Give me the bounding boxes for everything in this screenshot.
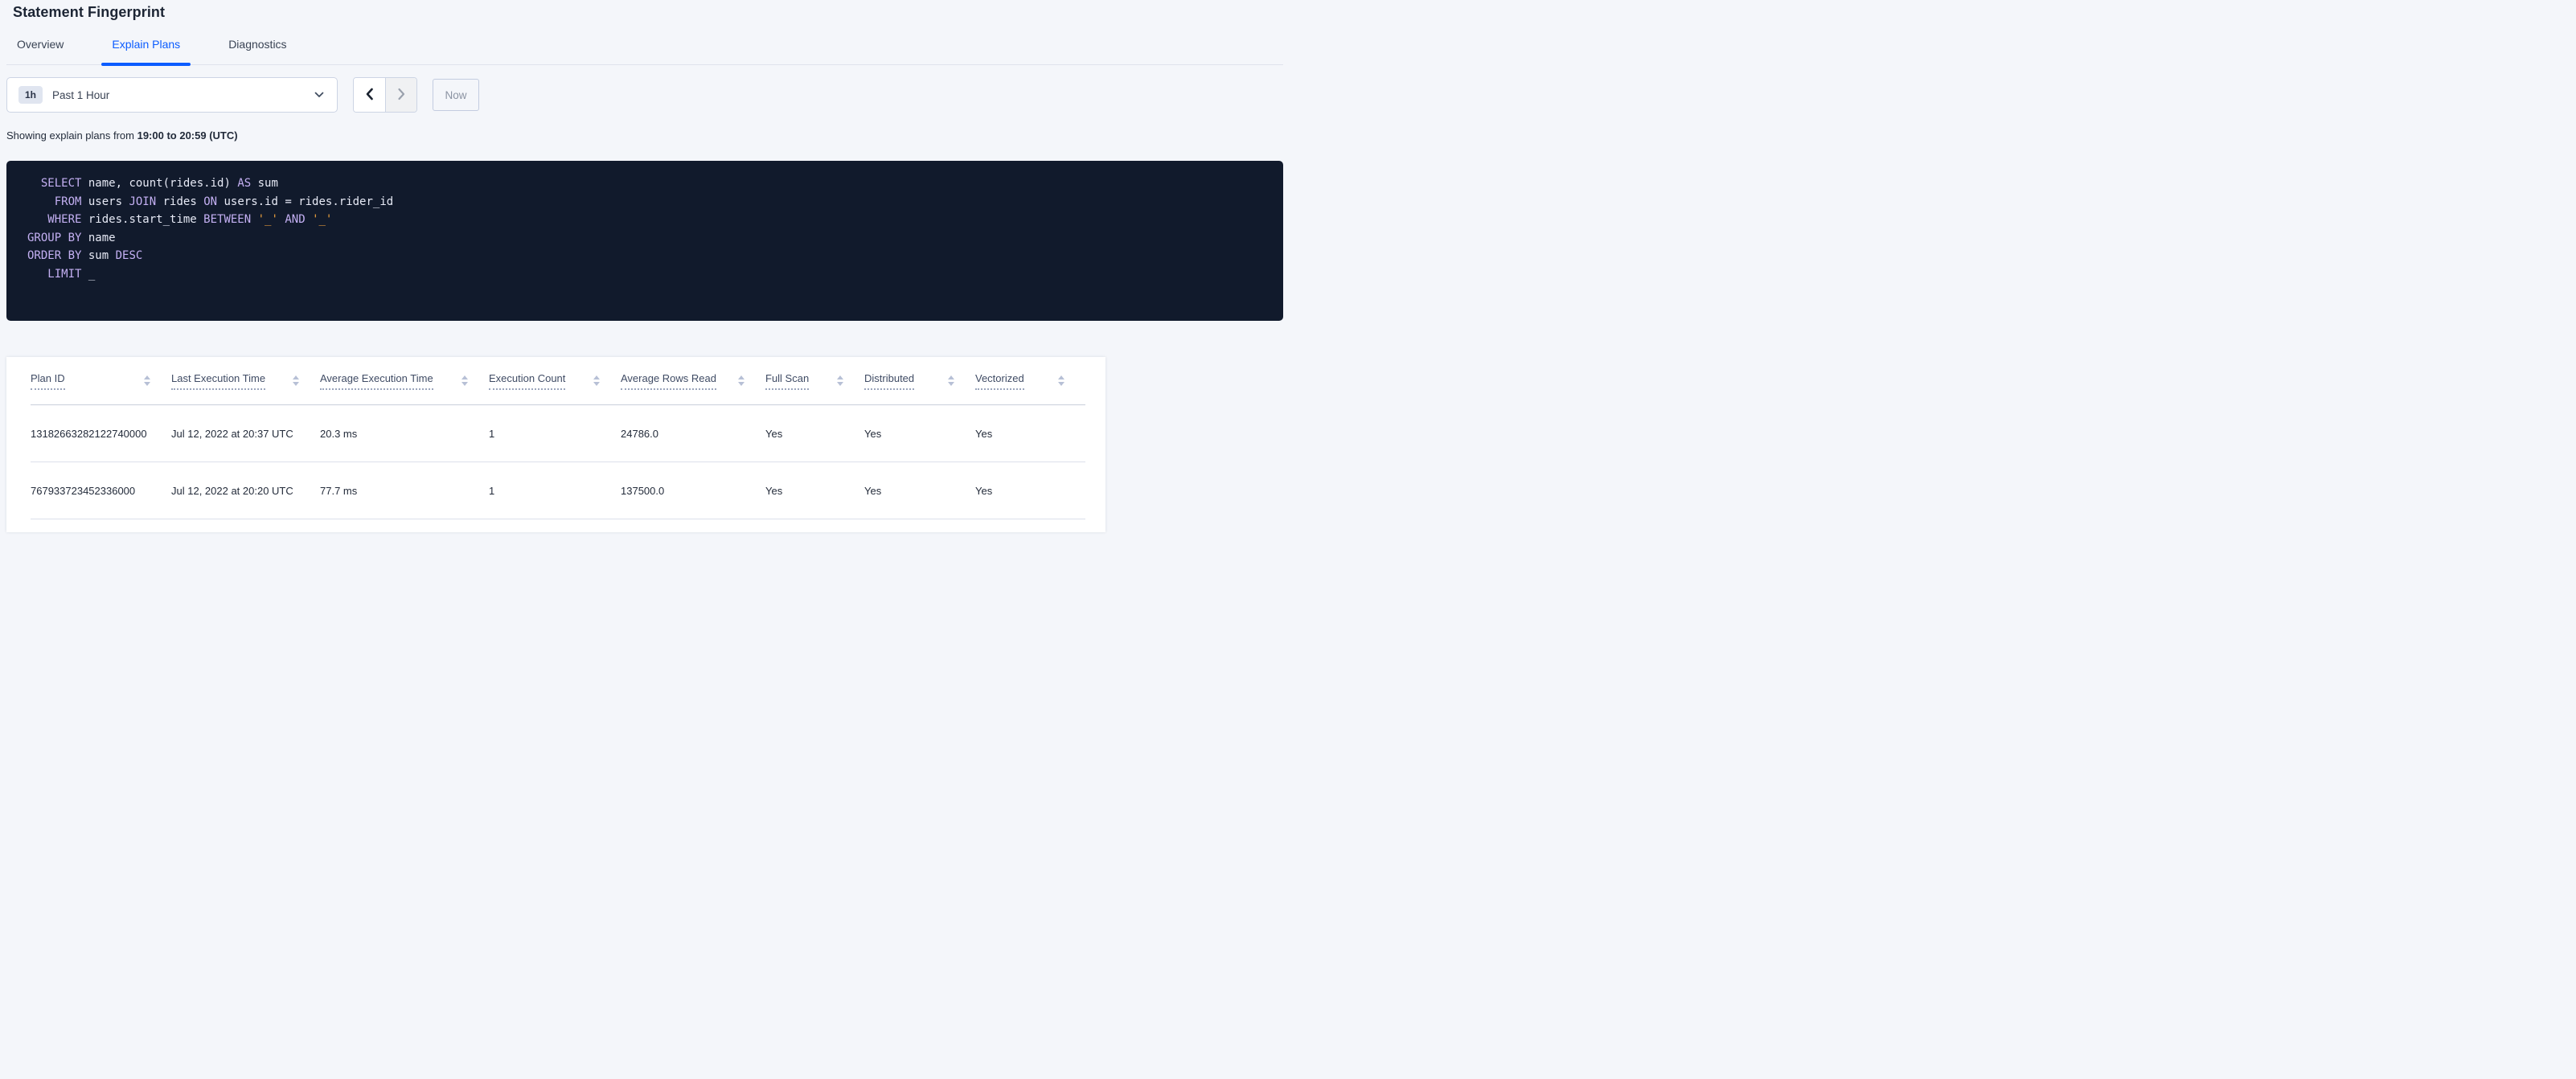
column-header-plan-id[interactable]: Plan ID bbox=[31, 357, 171, 405]
sql-token-kw: WHERE bbox=[27, 213, 82, 226]
sql-token-id: name bbox=[81, 231, 116, 244]
time-controls: 1h Past 1 Hour Now bbox=[6, 77, 479, 113]
column-header-last-execution-time[interactable]: Last Execution Time bbox=[171, 357, 320, 405]
cell-average-rows-read: 24786.0 bbox=[621, 404, 765, 462]
sql-token-id: sum bbox=[81, 249, 116, 262]
column-header-average-execution-time[interactable]: Average Execution Time bbox=[320, 357, 489, 405]
cell-vectorized: Yes bbox=[975, 462, 1085, 519]
tab-diagnostics[interactable]: Diagnostics bbox=[218, 38, 297, 64]
column-label: Vectorized bbox=[975, 372, 1024, 390]
sort-icon[interactable] bbox=[837, 375, 843, 386]
sql-token-kw: BETWEEN bbox=[203, 213, 252, 226]
sql-token-kw: SELECT bbox=[27, 177, 82, 190]
cell-execution-count: 1 bbox=[489, 404, 621, 462]
tab-label: Diagnostics bbox=[228, 38, 287, 51]
sort-icon[interactable] bbox=[461, 375, 468, 386]
cell-distributed: Yes bbox=[864, 404, 975, 462]
column-header-average-rows-read[interactable]: Average Rows Read bbox=[621, 357, 765, 405]
sql-token-str: '_' bbox=[312, 213, 333, 226]
sql-token-kw: GROUP BY bbox=[27, 231, 82, 244]
sql-code: SELECT name, count(rides.id) AS sum FROM… bbox=[27, 174, 1267, 283]
cell-average-execution-time: 20.3 ms bbox=[320, 404, 489, 462]
sql-token-id: rides.start_time bbox=[81, 213, 204, 226]
tab-label: Overview bbox=[17, 38, 64, 51]
cell-execution-count: 1 bbox=[489, 462, 621, 519]
cell-full-scan: Yes bbox=[765, 462, 864, 519]
tab-overview[interactable]: Overview bbox=[6, 38, 74, 64]
tab-label: Explain Plans bbox=[112, 38, 181, 51]
column-label: Distributed bbox=[864, 372, 915, 390]
sql-token-kw: FROM bbox=[27, 195, 82, 208]
cell-plan-id: 767933723452336000 bbox=[31, 462, 171, 519]
sql-token-id: rides bbox=[156, 195, 204, 208]
column-label: Average Execution Time bbox=[320, 372, 433, 390]
column-header-distributed[interactable]: Distributed bbox=[864, 357, 975, 405]
sql-token-kw: ON bbox=[203, 195, 218, 208]
now-button[interactable]: Now bbox=[433, 79, 479, 111]
cell-average-rows-read: 137500.0 bbox=[621, 462, 765, 519]
column-header-execution-count[interactable]: Execution Count bbox=[489, 357, 621, 405]
tab-bar: Overview Explain Plans Diagnostics bbox=[6, 38, 1283, 66]
sql-statement-box: SELECT name, count(rides.id) AS sum FROM… bbox=[6, 161, 1283, 321]
column-header-vectorized[interactable]: Vectorized bbox=[975, 357, 1085, 405]
sort-icon[interactable] bbox=[293, 375, 299, 386]
cell-average-execution-time: 77.7 ms bbox=[320, 462, 489, 519]
chevron-down-icon bbox=[314, 92, 324, 98]
tab-explain-plans[interactable]: Explain Plans bbox=[101, 38, 191, 66]
time-range-text: 19:00 to 20:59 (UTC) bbox=[137, 129, 238, 142]
cell-plan-id: 13182663282122740000 bbox=[31, 404, 171, 462]
range-step-buttons bbox=[353, 77, 417, 113]
column-label: Full Scan bbox=[765, 372, 810, 390]
sql-token-id bbox=[306, 213, 312, 226]
sort-icon[interactable] bbox=[144, 375, 150, 386]
sql-token-id: sum bbox=[251, 177, 278, 190]
explain-plans-table-card: Plan ID Last Execution Time Average Execut… bbox=[6, 357, 1105, 532]
cell-full-scan: Yes bbox=[765, 404, 864, 462]
cell-last-execution-time: Jul 12, 2022 at 20:37 UTC bbox=[171, 404, 320, 462]
explain-plans-table: Plan ID Last Execution Time Average Execut… bbox=[31, 357, 1085, 519]
sql-token-str: '_' bbox=[257, 213, 278, 226]
sql-token-id bbox=[251, 213, 257, 226]
table-header-row: Plan ID Last Execution Time Average Execut… bbox=[31, 357, 1085, 405]
sort-icon[interactable] bbox=[593, 375, 600, 386]
sql-token-kw: ORDER BY bbox=[27, 249, 82, 262]
sql-token-kw: DESC bbox=[115, 249, 143, 262]
column-label: Execution Count bbox=[489, 372, 566, 390]
next-range-button[interactable] bbox=[385, 78, 416, 112]
sql-token-id: users bbox=[81, 195, 129, 208]
cell-last-execution-time: Jul 12, 2022 at 20:20 UTC bbox=[171, 462, 320, 519]
statement-fingerprint-page: Statement Fingerprint Overview Explain Pl… bbox=[0, 0, 1288, 540]
status-prefix: Showing explain plans from bbox=[6, 129, 137, 142]
sort-icon[interactable] bbox=[948, 375, 954, 386]
prev-range-button[interactable] bbox=[354, 78, 385, 112]
table-row[interactable]: 13182663282122740000 Jul 12, 2022 at 20:3… bbox=[31, 404, 1085, 462]
sort-icon[interactable] bbox=[1058, 375, 1064, 386]
chevron-right-icon bbox=[397, 88, 406, 103]
time-range-label: Past 1 Hour bbox=[52, 88, 110, 101]
cell-distributed: Yes bbox=[864, 462, 975, 519]
column-label: Last Execution Time bbox=[171, 372, 266, 390]
sql-token-kw: JOIN bbox=[129, 195, 157, 208]
sql-token-kw: LIMIT bbox=[27, 267, 82, 281]
sql-token-ph: _ bbox=[81, 267, 96, 281]
column-label: Plan ID bbox=[31, 372, 65, 390]
cell-vectorized: Yes bbox=[975, 404, 1085, 462]
sql-token-kw: AND bbox=[285, 213, 306, 226]
time-range-dropdown[interactable]: 1h Past 1 Hour bbox=[6, 77, 338, 113]
sql-token-id: name, count(rides.id) bbox=[81, 177, 238, 190]
sql-token-kw: AS bbox=[237, 177, 252, 190]
column-header-full-scan[interactable]: Full Scan bbox=[765, 357, 864, 405]
chevron-left-icon bbox=[365, 88, 374, 103]
time-interval-badge: 1h bbox=[18, 86, 43, 104]
status-line: Showing explain plans from 19:00 to 20:5… bbox=[6, 129, 238, 142]
table-row[interactable]: 767933723452336000 Jul 12, 2022 at 20:20 … bbox=[31, 462, 1085, 519]
column-label: Average Rows Read bbox=[621, 372, 716, 390]
sql-token-id: users.id = rides.rider_id bbox=[217, 195, 394, 208]
sort-icon[interactable] bbox=[738, 375, 744, 386]
page-title: Statement Fingerprint bbox=[13, 4, 166, 20]
